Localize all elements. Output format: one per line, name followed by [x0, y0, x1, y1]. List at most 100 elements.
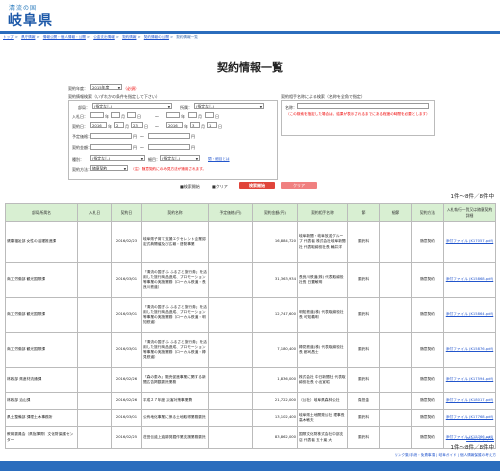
table-cell: 平成２７年度 災害対策事業費	[141, 392, 209, 410]
clear-button[interactable]: クリア	[281, 182, 317, 189]
attachment-link[interactable]: 添付ファイル (K17594.pdf)	[446, 377, 493, 381]
table-cell: 「森の恵み」販売促進事業に関する新聞広告掲載委託業務	[141, 367, 209, 393]
column-header: 契約方法	[411, 203, 444, 222]
table-cell: 岐阜県土地開発公社 理事長 高木敏夫	[297, 409, 348, 427]
category-select[interactable]: (指定なし) ▼	[90, 155, 145, 161]
contract-date-from-day[interactable]: 23	[131, 122, 143, 128]
dept-label: 部局：	[78, 105, 90, 110]
contract-date-to-day[interactable]: 1	[207, 122, 217, 128]
table-cell	[208, 297, 253, 333]
table-row: 教育委員会（県指揮際）文化財保護センター 2016/02/25 荘田伝遺上遺跡発掘作…	[5, 426, 496, 449]
table-cell: 委託料	[347, 332, 380, 368]
method-select[interactable]: 随意契約 ▼	[90, 165, 128, 171]
table-cell: 委託料	[347, 426, 380, 449]
fiscal-year-select[interactable]: 2015年度 ▼	[90, 84, 122, 90]
breadcrumb-item[interactable]: 公金支出情報 >	[93, 35, 119, 39]
table-cell[interactable]: 添付ファイル (K15864.pdf)	[443, 297, 496, 333]
column-header: 節	[347, 203, 380, 222]
table-cell: 2016/02/25	[111, 426, 142, 449]
bid-date-from-day[interactable]	[127, 112, 136, 118]
contract-date-from-month[interactable]: 2	[114, 122, 124, 128]
results-table: 部局所属名 入札日 契約日 契約名称 予定価格(円) 契約金額(円) 契約相手名…	[5, 203, 496, 449]
table-cell[interactable]: 添付ファイル (K18017.pdf)	[443, 392, 496, 410]
contract-date-to-month[interactable]: 3	[190, 122, 200, 128]
table-row: 商工労働部 観光国際課 2016/03/01 「清流の国ぎふ ふるさと旅行券」を活用…	[5, 332, 496, 368]
attachment-link[interactable]: 添付ファイル (K18017.pdf)	[446, 398, 493, 402]
table-cell[interactable]: 添付ファイル (K15876.pdf)	[443, 332, 496, 368]
table-cell[interactable]: 添付ファイル (K17594.pdf)	[443, 367, 496, 393]
column-header: 契約日	[111, 203, 142, 222]
table-cell	[208, 392, 253, 410]
subcategory-select[interactable]: (指定なし) ▼	[160, 155, 200, 161]
header-divider	[0, 31, 500, 34]
breadcrumb-item[interactable]: 情報公開・個人情報・公開 >	[43, 35, 90, 39]
range-separator: ～	[140, 145, 144, 150]
table-cell: 林政部 治山課	[5, 392, 78, 410]
amount-from-input[interactable]	[90, 144, 132, 150]
clear-label: ■クリア	[212, 184, 228, 189]
attachment-link[interactable]: 添付ファイル (K15864.pdf)	[446, 312, 493, 316]
collapse-link[interactable]: 閉・細目とは	[208, 157, 230, 162]
table-cell: 明知鉄道(株) 代表取締役社長 可知義明	[297, 297, 348, 333]
unit-month: 月	[125, 124, 129, 129]
table-cell: 商工労働部 観光国際課	[5, 332, 78, 368]
site-logo[interactable]: 岐阜県	[8, 10, 53, 30]
page-top-link[interactable]: ページトップへ	[466, 436, 494, 442]
table-cell: 県土整備部 課理土木事務所	[5, 409, 78, 427]
table-cell: 「清流の国ぎふ ふるさと旅行券」を活用した旅行商品造成、プロモーション等事業の実…	[141, 262, 209, 298]
attachment-link[interactable]: 添付ファイル (K17057.pdf)	[446, 239, 493, 243]
column-header: 予定価格(円)	[208, 203, 253, 222]
yen-unit: 円	[133, 134, 137, 139]
table-cell: 商工労働部 観光国際課	[5, 297, 78, 333]
footer-links[interactable]: リンク集/手続・免責事項 | 岐阜ガイド | 個人情報保護の考え方	[394, 453, 496, 458]
breadcrumb-item[interactable]: 契約情報の公開 >	[144, 35, 173, 39]
bid-date-from-month[interactable]	[111, 112, 120, 118]
table-cell[interactable]: 添付ファイル (K17768.pdf)	[443, 409, 496, 427]
table-cell: 教育委員会（県指揮際）文化財保護センター	[5, 426, 78, 449]
contract-date-to-year[interactable]: 2016	[166, 122, 183, 128]
bid-date-to-year[interactable]	[166, 112, 180, 118]
breadcrumb-item[interactable]: 県庁情報 >	[21, 35, 40, 39]
table-cell[interactable]: 添付ファイル (K17057.pdf)	[443, 221, 496, 263]
table-row: 健康福祉部 女性の活躍推進課 2016/02/23 岐阜県子育て支援エクセレント企業…	[5, 221, 496, 263]
table-cell: 荘田伝遺上遺跡発掘作業支援業務委託	[141, 426, 209, 449]
column-header: 契約金額(円)	[252, 203, 298, 222]
attachment-link[interactable]: 添付ファイル (K15876.pdf)	[446, 347, 493, 351]
bid-date-to-month[interactable]	[188, 112, 197, 118]
table-cell	[77, 367, 112, 393]
range-separator: ～	[155, 114, 159, 119]
breadcrumb-item[interactable]: 契約情報 >	[122, 35, 141, 39]
search-button[interactable]: 検索開始	[239, 182, 275, 189]
unit-day: 日	[215, 114, 219, 119]
table-cell: 21,722,000	[252, 392, 298, 410]
attachment-link[interactable]: 添付ファイル (K17768.pdf)	[446, 415, 493, 419]
table-cell: 「清流の国ぎふ ふるさと旅行券」を活用した旅行商品造成、プロモーション等事業の実…	[141, 297, 209, 333]
breadcrumb-item[interactable]: トップ >	[3, 35, 18, 39]
table-cell: 負担金	[347, 392, 380, 410]
estimate-from-input[interactable]	[90, 133, 132, 139]
attachment-link[interactable]: 添付ファイル (K15868.pdf)	[446, 277, 493, 281]
table-cell: 長良川鉄道(株) 代表取締役社長 日置敏明	[297, 262, 348, 298]
partner-name-input[interactable]	[297, 103, 429, 109]
bid-date-from-year[interactable]	[90, 112, 104, 118]
estimate-to-input[interactable]	[148, 133, 190, 139]
fiscal-year-label: 契約年度：	[68, 86, 88, 91]
range-separator: ～	[155, 124, 159, 129]
table-header-row: 部局所属名 入札日 契約日 契約名称 予定価格(円) 契約金額(円) 契約相手名…	[5, 203, 496, 222]
table-cell	[77, 426, 112, 449]
subcategory-label: 細目：	[148, 157, 160, 162]
section-select[interactable]: (指定なし) ▼	[194, 103, 264, 109]
table-cell: 随意契約	[411, 367, 444, 393]
contract-date-from-year[interactable]: 2016	[90, 122, 107, 128]
table-cell	[208, 262, 253, 298]
method-label: 契約方法：	[72, 167, 92, 172]
dept-select[interactable]: (指定なし) ▼	[92, 103, 172, 109]
table-cell: 随意契約	[411, 426, 444, 449]
table-cell: 健康福祉部 女性の活躍推進課	[5, 221, 78, 263]
bid-date-to-day[interactable]	[205, 112, 214, 118]
table-cell[interactable]: 添付ファイル (K15868.pdf)	[443, 262, 496, 298]
amount-to-input[interactable]	[148, 144, 190, 150]
unit-month: 月	[201, 124, 205, 129]
table-cell: 国際文化財株式会社中部支店 代表者 五十嵐 大	[297, 426, 348, 449]
table-cell	[379, 332, 412, 368]
